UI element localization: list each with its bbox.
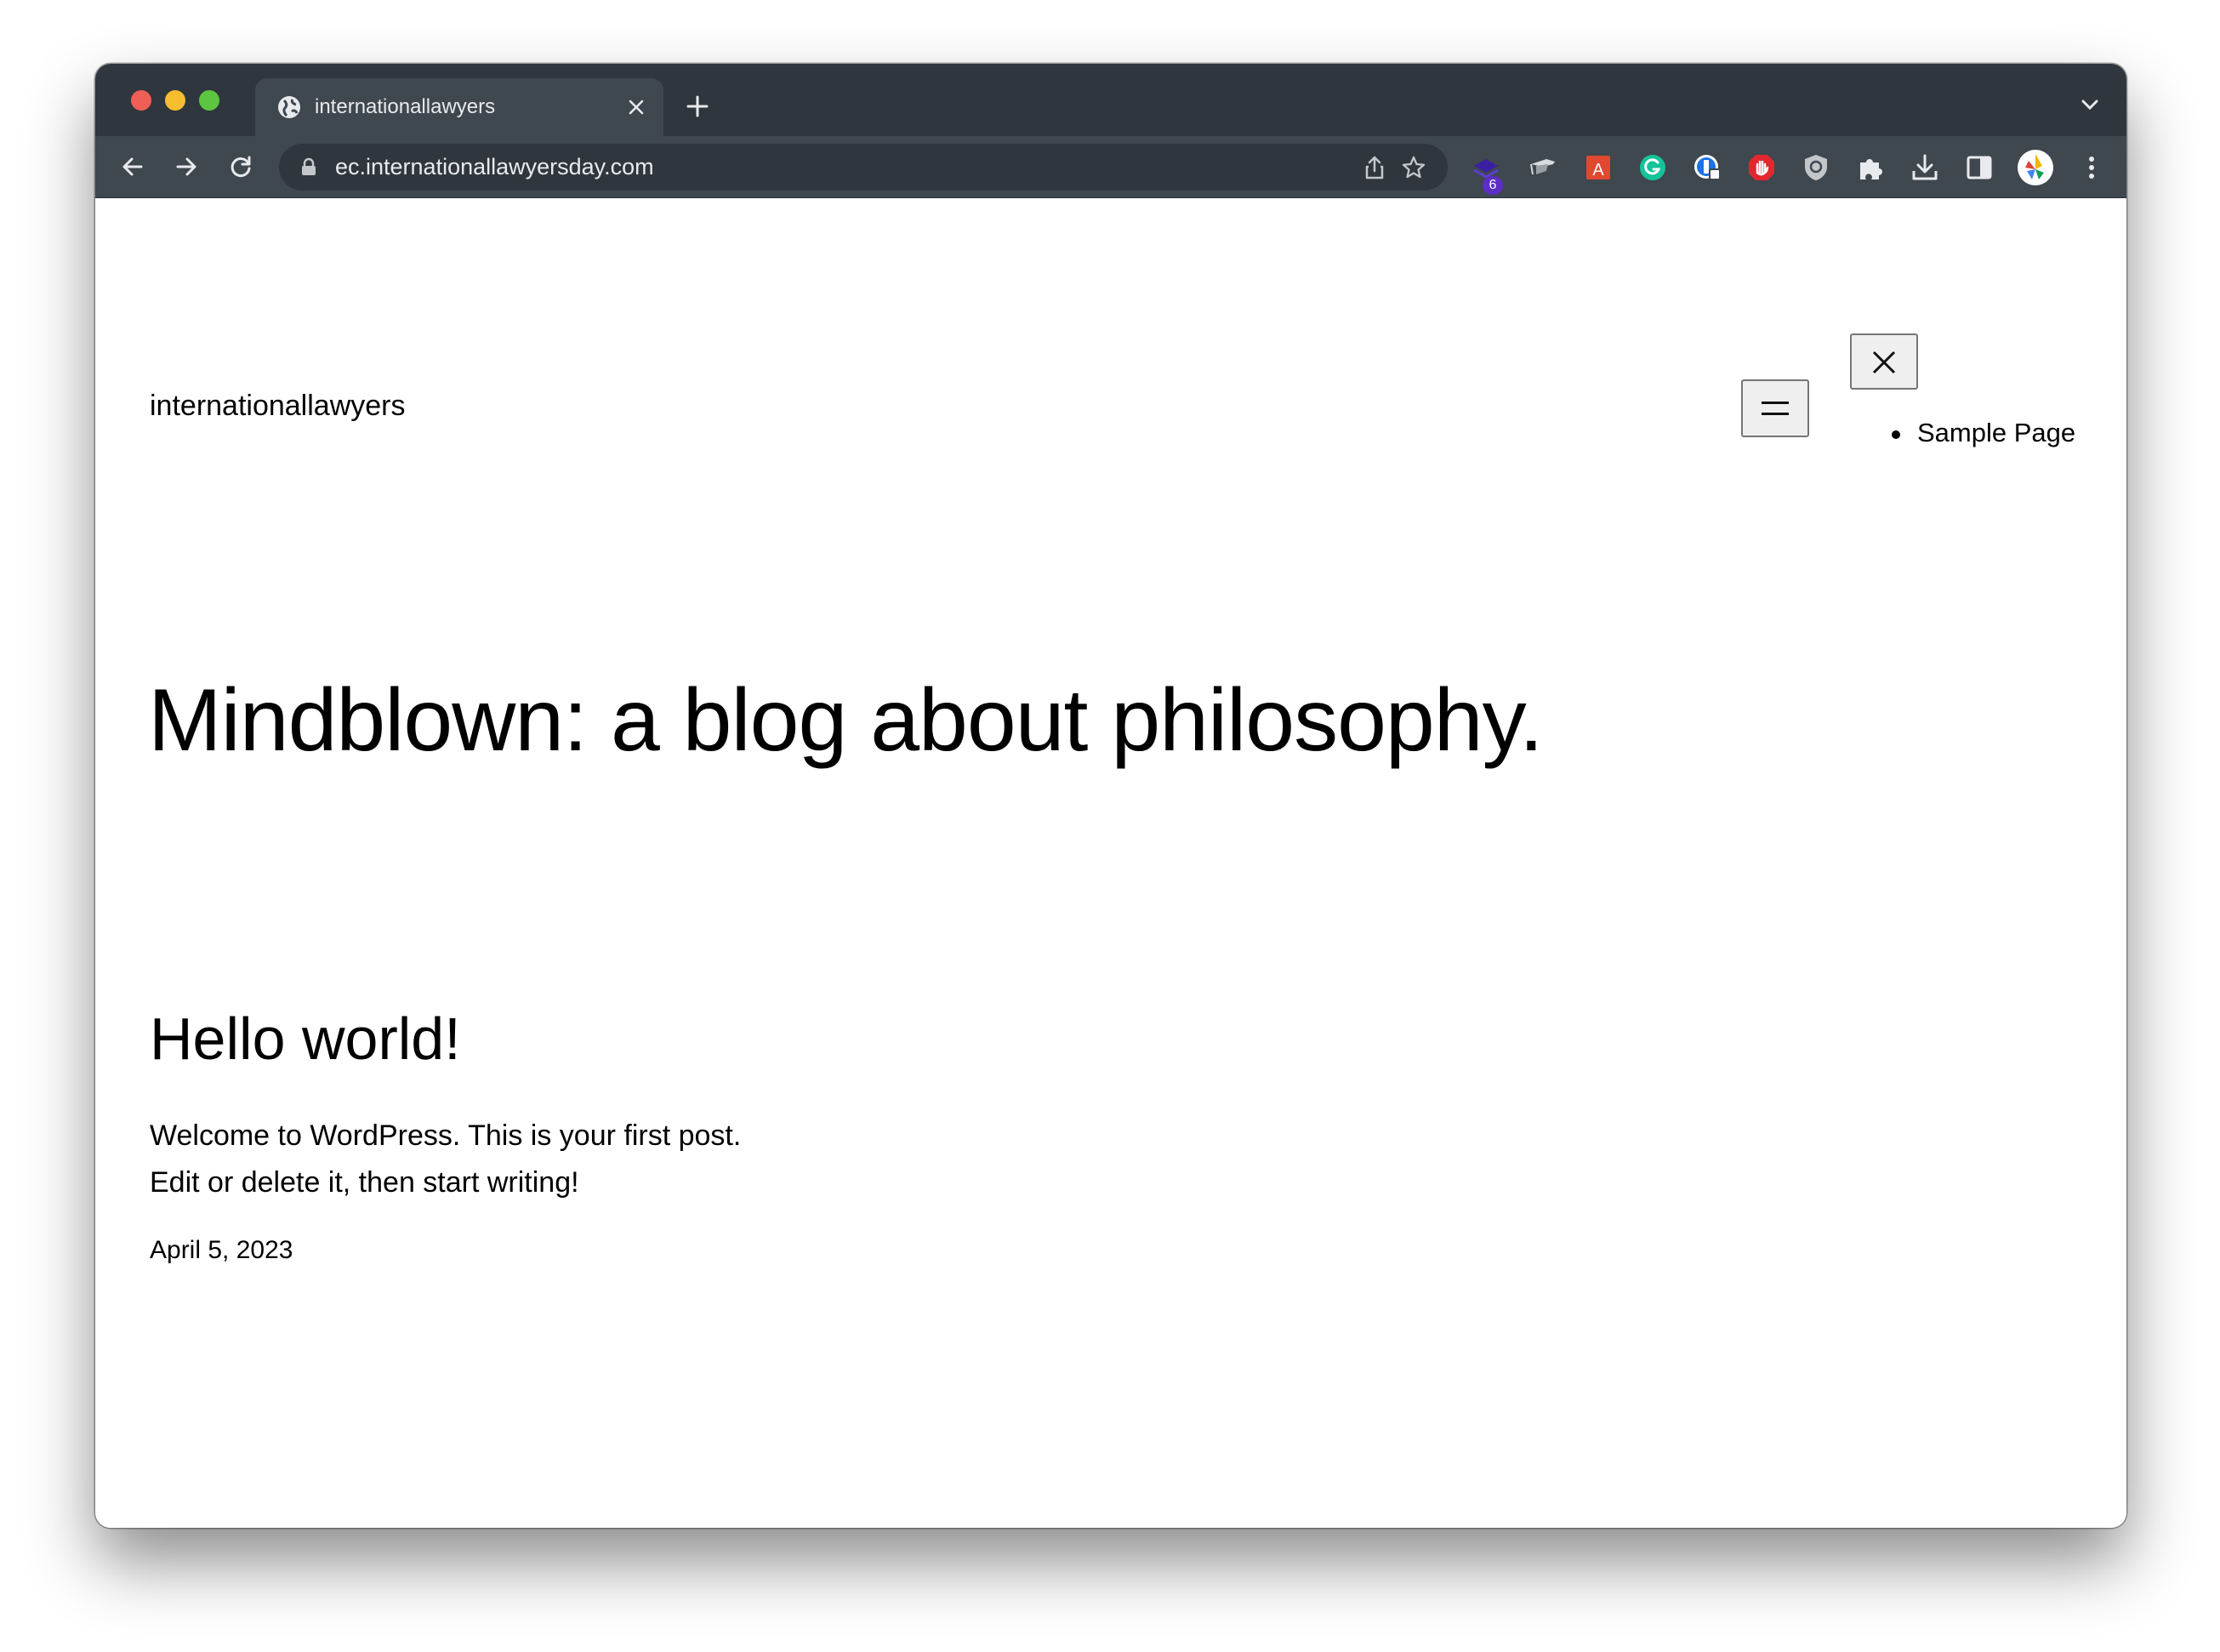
web-page: internationallawyers Sample Page Mindblo… [95,198,2126,1528]
menu-item: Sample Page [1892,418,2075,448]
url-text[interactable]: ec.internationallawyersday.com [335,154,654,180]
arrow-left-icon [122,157,143,176]
browser-window: internationallawyers ec.internationallaw… [95,64,2126,1528]
reload-icon [231,156,251,177]
hamburger-icon [1762,413,1789,415]
acrobat-extension-icon[interactable]: A [1583,152,1614,183]
arrow-right-icon [176,157,196,176]
address-bar[interactable]: ec.internationallawyersday.com [279,144,1448,191]
browser-toolbar: ec.internationallawyersday.com 6 A [95,136,2126,198]
post-date[interactable]: April 5, 2023 [150,1236,293,1265]
post-title[interactable]: Hello world! [150,1005,461,1073]
back-button[interactable] [117,151,148,182]
forward-button[interactable] [171,151,202,182]
menu-link-sample-page[interactable]: Sample Page [1917,418,2075,447]
close-window-button[interactable] [131,90,151,111]
cap-extension-icon[interactable] [1528,152,1558,183]
grammarly-extension-icon[interactable] [1637,152,1668,183]
globe-icon [278,96,300,118]
close-menu-button[interactable] [1850,333,1918,390]
chevron-down-icon[interactable] [2081,98,2099,111]
svg-text:A: A [1592,161,1604,179]
extension-badge: 6 [1483,176,1503,195]
download-icon[interactable] [1910,152,1940,183]
maximize-window-button[interactable] [199,90,219,111]
star-icon[interactable] [1400,154,1427,181]
side-panel-icon[interactable] [1964,152,1995,183]
kebab-menu-icon[interactable] [2076,152,2107,183]
page-title: Mindblown: a blog about philosophy. [148,671,1544,770]
close-tab-icon[interactable] [626,97,646,117]
site-title[interactable]: internationallawyers [150,390,406,423]
adblock-extension-icon[interactable] [1746,152,1777,183]
puzzle-icon[interactable] [1855,152,1886,183]
minimize-window-button[interactable] [165,90,185,111]
close-icon [1872,350,1896,374]
lock-icon[interactable] [301,157,316,176]
share-icon[interactable] [1361,154,1388,181]
profile-avatar[interactable] [2017,149,2054,186]
browser-tab[interactable]: internationallawyers [255,78,663,136]
navigation-menu: Sample Page [1892,418,2075,448]
tab-strip: internationallawyers [95,64,2126,136]
hamburger-icon [1762,402,1789,404]
password-manager-extension-icon[interactable] [1692,152,1722,183]
tab-title: internationallawyers [315,95,496,118]
open-menu-button[interactable] [1741,379,1809,437]
new-tab-icon[interactable] [686,94,709,118]
post-excerpt: Welcome to WordPress. This is your first… [150,1119,742,1199]
shield-extension-icon[interactable] [1801,152,1831,183]
reload-button[interactable] [225,151,256,182]
